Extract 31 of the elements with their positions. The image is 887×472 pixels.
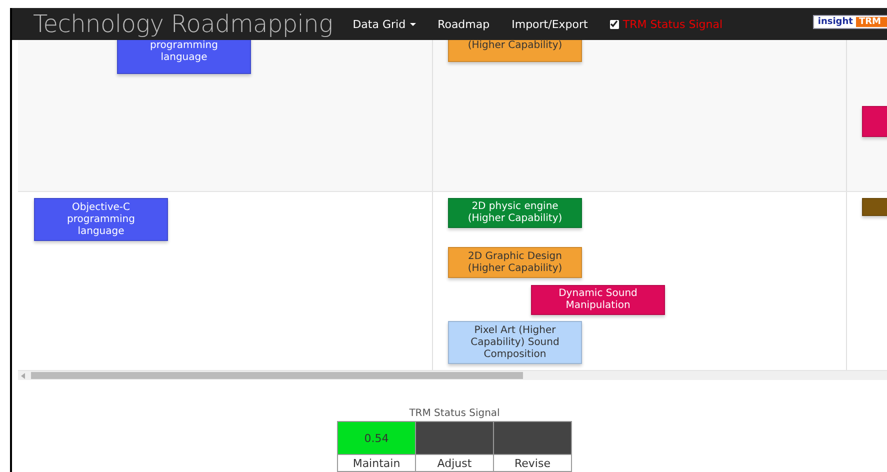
signal-label: Maintain <box>338 454 416 472</box>
signal-label: Revise <box>494 454 572 472</box>
card-label: Objective-C programming language <box>67 202 135 238</box>
roadmap-card[interactable]: 2D Graphic Design (Higher Capability) <box>448 247 582 278</box>
signal-label: Adjust <box>416 454 494 472</box>
card-label: Pixel Art (Higher Capability) Sound Composition <box>470 324 560 360</box>
checkbox[interactable] <box>610 20 619 28</box>
app-title: Technology Roadmapping <box>33 10 333 38</box>
card-label: 2D physic engine (Higher Capability) <box>468 201 562 225</box>
roadmap-card[interactable]: 2D physic engine (Higher Capability) <box>448 198 582 228</box>
logo-text: insight <box>816 17 854 27</box>
card-label: programming language <box>150 40 218 64</box>
horizontal-scrollbar[interactable] <box>18 371 887 380</box>
menu-link[interactable]: Import/Export <box>512 18 588 30</box>
roadmap-card[interactable]: (Higher Capability) <box>448 40 582 62</box>
scroll-left-icon[interactable] <box>21 372 25 378</box>
signal-value: 0.54 <box>364 432 389 444</box>
roadmap-card[interactable]: Objective-C programming language <box>34 198 168 241</box>
card-label: 2D Graphic Design (Higher Capability) <box>468 250 562 274</box>
roadmap-card[interactable]: programming language <box>117 40 251 74</box>
menu-dropdown[interactable]: Data Grid <box>352 18 416 30</box>
scrollbar-thumb[interactable] <box>31 372 523 379</box>
caret-icon <box>410 22 416 26</box>
logo-text: TRM <box>856 17 887 27</box>
card-label: Dynamic Sound Manipulation <box>558 288 638 312</box>
card-label: (Higher Capability) <box>468 40 562 52</box>
checkbox-label[interactable]: TRM Status Signal <box>622 18 723 30</box>
roadmap-card[interactable]: Dynamic Sound Manipulation <box>531 285 665 315</box>
signal-title: TRM Status Signal <box>409 408 500 419</box>
menu-link[interactable]: Roadmap <box>438 18 490 30</box>
roadmap-card[interactable]: Pixel Art (Higher Capability) Sound Composition <box>448 321 582 364</box>
